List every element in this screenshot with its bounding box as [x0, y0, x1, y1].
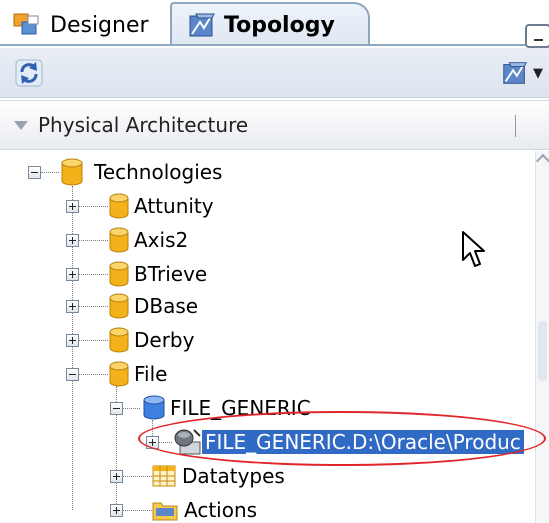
tree-expander-technologies[interactable] [28, 166, 41, 179]
database-icon [109, 261, 129, 287]
tree-node-label: Axis2 [134, 228, 189, 252]
physical-architecture-header[interactable]: Physical Architecture [0, 100, 549, 150]
designer-icon [13, 13, 39, 35]
tree-expander-file[interactable] [66, 368, 79, 381]
tree-node-label: Attunity [134, 194, 214, 218]
tree-node-label: Derby [134, 328, 195, 352]
topology-menu-button[interactable]: ▼ [500, 56, 549, 90]
tree-expander-dbase[interactable] [66, 300, 79, 313]
tree-node-btrieve[interactable]: BTrieve [108, 258, 207, 290]
database-icon [109, 293, 129, 319]
tree-expander-physical-schema[interactable] [146, 436, 159, 449]
tree-node-derby[interactable]: Derby [108, 324, 194, 356]
database-icon [109, 327, 129, 353]
tree-node-actions[interactable]: Actions [152, 494, 257, 523]
database-icon [109, 227, 129, 253]
tree-node-label: BTrieve [134, 262, 208, 286]
scrollbar-thumb[interactable] [538, 321, 547, 381]
tab-designer-label: Designer [50, 12, 149, 38]
tree-expander-attunity[interactable] [66, 200, 79, 213]
tab-strip: Designer Topology [0, 0, 549, 48]
tree-node-label: Datatypes [182, 464, 285, 488]
tree-node-physical-schema[interactable]: FILE_GENERIC.D:\Oracle\Produc [172, 426, 524, 458]
vertical-scrollbar[interactable] [535, 151, 549, 523]
database-icon [109, 361, 129, 387]
mouse-cursor-icon [462, 231, 485, 267]
tab-topology[interactable]: Topology [170, 2, 370, 46]
physical-schema-icon [174, 429, 201, 455]
tree-node-label: FILE_GENERIC [170, 396, 311, 420]
tab-designer[interactable]: Designer [0, 4, 165, 46]
tab-topology-label: Topology [224, 12, 335, 38]
datatypes-table-icon [152, 465, 176, 487]
tree-node-file-generic[interactable]: FILE_GENERIC [142, 392, 311, 424]
database-icon [61, 158, 83, 186]
topology-icon [503, 62, 528, 84]
tree-node-technologies[interactable]: Technologies [60, 156, 222, 188]
accordion-title: Physical Architecture [38, 113, 249, 137]
tree-expander-axis2[interactable] [66, 234, 79, 247]
tree-expander-btrieve[interactable] [66, 268, 79, 281]
collapse-triangle-icon[interactable] [14, 120, 28, 130]
toolbar: ▼ [0, 48, 549, 98]
tree-node-label: Actions [184, 498, 258, 522]
header-divider [515, 115, 516, 137]
tree-node-file[interactable]: File [108, 358, 167, 390]
tree-node-label-selected: FILE_GENERIC.D:\Oracle\Produc [202, 430, 524, 454]
folder-icon [152, 502, 178, 521]
data-server-icon [143, 395, 165, 420]
database-icon [109, 193, 129, 219]
tree-node-datatypes[interactable]: Datatypes [152, 460, 285, 492]
tree-node-axis2[interactable]: Axis2 [108, 224, 188, 256]
tree-node-attunity[interactable]: Attunity [108, 190, 214, 222]
tree-node-label: File [134, 362, 168, 386]
tree-node-label: Technologies [94, 160, 223, 184]
topology-icon [189, 13, 215, 37]
refresh-icon[interactable] [14, 58, 44, 88]
tree-expander-actions[interactable] [110, 504, 123, 517]
minimize-button[interactable] [525, 24, 549, 48]
tree-expander-file-generic[interactable] [110, 402, 123, 415]
scroll-up-icon[interactable] [537, 151, 549, 167]
tree-node-dbase[interactable]: DBase [108, 290, 198, 322]
tree-connector [41, 172, 59, 173]
chevron-down-icon: ▼ [533, 65, 543, 81]
tab-strip-border [0, 44, 549, 46]
tree-expander-datatypes[interactable] [110, 470, 123, 483]
tree-expander-derby[interactable] [66, 334, 79, 347]
tree-node-label: DBase [134, 294, 199, 318]
